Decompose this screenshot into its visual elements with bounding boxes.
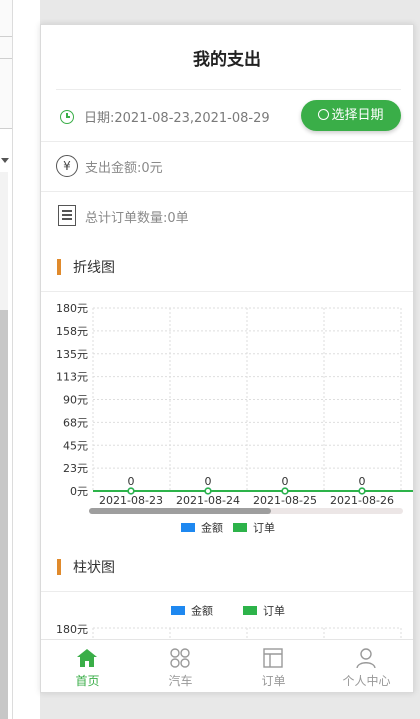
data-point — [204, 487, 212, 495]
y-tick-label: 180元 — [56, 302, 88, 315]
tab-profile-label: 个人中心 — [342, 674, 391, 688]
date-range-label: 日期:2021-08-23,2021-08-29 — [84, 111, 270, 126]
line-chart-svg: 180元 158元 135元 113元 90元 68元 45元 23元 0元 2021-08-23… — [56, 302, 413, 535]
tab-orders[interactable]: 订单 — [227, 640, 320, 692]
yen-icon: ¥ — [56, 155, 78, 177]
clock-icon — [60, 110, 74, 124]
x-tick-label: 2021-08-24 — [176, 494, 240, 507]
chart-scroll-thumb — [89, 508, 271, 514]
section-marker — [57, 559, 61, 575]
data-point — [127, 487, 135, 495]
line-chart-title: 折线图 — [73, 260, 115, 276]
y-tick-label: 135元 — [56, 348, 88, 361]
line-chart-section-header: 折线图 — [56, 255, 396, 279]
y-tick-label: 45元 — [63, 439, 88, 452]
bar-chart-section-header: 柱状图 — [56, 555, 396, 579]
order-count-row: 总计订单数量:0单 — [56, 201, 401, 241]
legend-swatch — [243, 606, 257, 615]
divider — [12, 0, 13, 719]
desktop-background — [0, 0, 40, 719]
y-tick-label: 90元 — [63, 394, 88, 407]
bottom-tabbar: 首页 汽车 订单 个人中心 — [41, 639, 413, 692]
data-label: 0 — [128, 475, 135, 488]
home-icon — [77, 649, 97, 667]
y-tick-label: 23元 — [63, 462, 88, 475]
tab-car-label: 汽车 — [168, 674, 193, 688]
divider — [0, 36, 12, 37]
date-filter-row: 日期:2021-08-23,2021-08-29 选择日期 — [56, 89, 401, 142]
x-tick-label: 2021-08-25 — [253, 494, 317, 507]
select-date-button[interactable]: 选择日期 — [301, 100, 401, 131]
legend-swatch — [233, 523, 247, 532]
scrollbar-thumb[interactable] — [0, 310, 8, 719]
y-tick-label: 113元 — [56, 371, 88, 384]
bar-chart-svg: 金额 订单 180元 — [56, 604, 402, 640]
y-tick-label: 158元 — [56, 325, 88, 338]
legend-swatch — [181, 523, 195, 532]
order-count-label: 总计订单数量:0单 — [85, 211, 189, 226]
legend-label: 金额 — [191, 604, 213, 618]
bar-chart-title: 柱状图 — [73, 560, 115, 576]
divider — [41, 191, 413, 192]
line-chart: 180元 158元 135元 113元 90元 68元 45元 23元 0元 2021-08-23… — [41, 291, 413, 562]
dropdown-arrow-icon[interactable] — [1, 158, 9, 163]
user-icon — [356, 648, 376, 668]
order-icon — [263, 648, 283, 668]
amount-label: 支出金额:0元 — [85, 161, 163, 176]
legend-label: 订单 — [253, 522, 275, 535]
tab-home[interactable]: 首页 — [41, 640, 134, 692]
legend-label: 金额 — [201, 521, 223, 535]
legend-label: 订单 — [263, 605, 285, 618]
y-tick-label: 68元 — [63, 416, 88, 429]
y-tick-label: 180元 — [56, 623, 88, 636]
legend-swatch — [171, 606, 185, 615]
tab-orders-label: 订单 — [261, 674, 286, 688]
car-grid-icon — [170, 648, 190, 668]
phone-frame: 我的支出 日期:2021-08-23,2021-08-29 选择日期 ¥ 支出金… — [40, 24, 414, 693]
tab-car[interactable]: 汽车 — [134, 640, 227, 692]
data-label: 0 — [359, 475, 366, 488]
tab-home-label: 首页 — [75, 674, 100, 688]
divider — [41, 141, 413, 142]
section-marker — [57, 259, 61, 275]
data-point — [358, 487, 366, 495]
bar-chart: 金额 订单 180元 — [41, 591, 413, 640]
data-label: 0 — [282, 475, 289, 488]
tab-profile[interactable]: 个人中心 — [320, 640, 413, 692]
divider — [0, 58, 12, 59]
select-date-label: 选择日期 — [331, 108, 384, 123]
x-tick-label: 2021-08-26 — [330, 494, 394, 507]
document-icon — [58, 205, 76, 226]
data-point — [281, 487, 289, 495]
y-tick-label: 0元 — [70, 485, 88, 498]
x-tick-label: 2021-08-23 — [99, 494, 163, 507]
clock-icon — [318, 109, 330, 120]
amount-row: ¥ 支出金额:0元 — [56, 151, 401, 191]
data-label: 0 — [205, 475, 212, 488]
page-title: 我的支出 — [193, 50, 261, 70]
